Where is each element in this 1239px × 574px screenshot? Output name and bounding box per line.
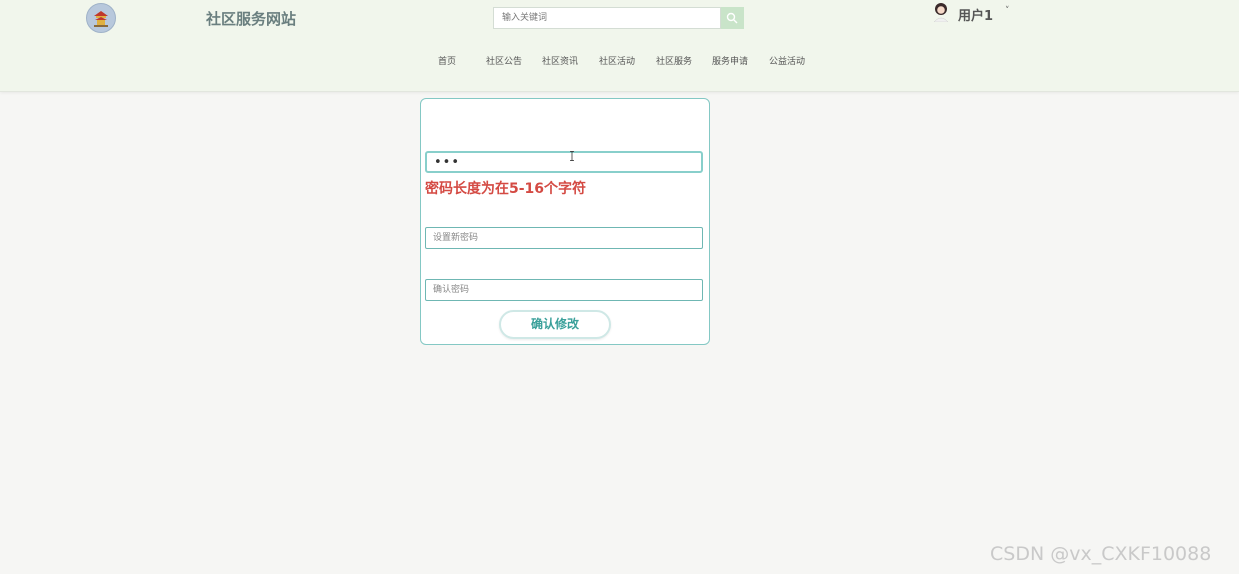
- nav-item-activities[interactable]: 社区活动: [599, 54, 635, 67]
- header: 社区服务网站 用户1 ˅: [0, 0, 1239, 92]
- search-button[interactable]: [721, 7, 744, 29]
- user-avatar-icon[interactable]: [932, 2, 950, 22]
- site-title: 社区服务网站: [206, 10, 297, 28]
- nav-item-charity[interactable]: 公益活动: [769, 54, 805, 67]
- nav-item-announcements[interactable]: 社区公告: [486, 54, 522, 67]
- confirm-change-button[interactable]: 确认修改: [499, 310, 611, 339]
- password-error-message: 密码长度为在5-16个字符: [425, 181, 587, 197]
- confirm-password-input[interactable]: [425, 279, 703, 301]
- old-password-input[interactable]: [425, 151, 703, 173]
- nav-item-service-apply[interactable]: 服务申请: [712, 54, 748, 67]
- search-input[interactable]: [494, 8, 720, 28]
- search-box: [493, 7, 721, 29]
- new-password-input[interactable]: [425, 227, 703, 249]
- nav-item-services[interactable]: 社区服务: [656, 54, 692, 67]
- text-cursor-icon: [570, 151, 574, 161]
- change-password-card: [420, 98, 710, 345]
- user-name[interactable]: 用户1: [958, 5, 993, 24]
- watermark: CSDN @vx_CXKF10088: [990, 543, 1212, 565]
- search-icon: [726, 12, 738, 24]
- temple-logo-icon[interactable]: [86, 3, 116, 33]
- nav-item-news[interactable]: 社区资讯: [542, 54, 578, 67]
- nav-item-home[interactable]: 首页: [438, 54, 456, 67]
- user-menu-caret-icon[interactable]: ˅: [1005, 6, 1010, 16]
